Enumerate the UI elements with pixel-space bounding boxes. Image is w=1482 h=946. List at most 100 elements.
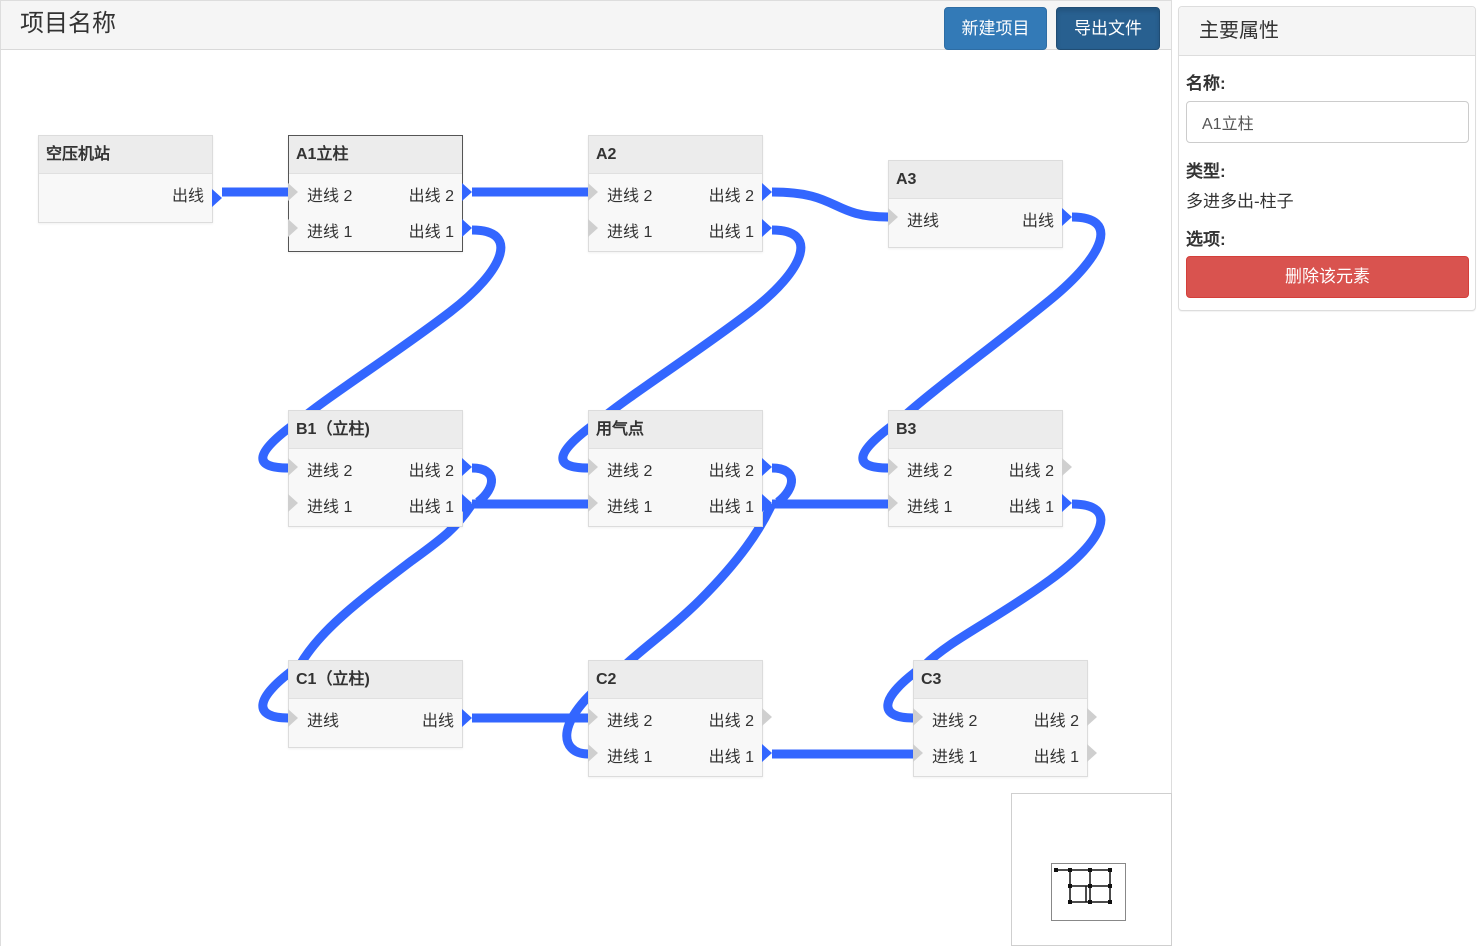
out-port-icon[interactable] [462, 494, 472, 512]
in-port-icon[interactable] [913, 708, 923, 726]
out-port-icon[interactable] [1087, 708, 1097, 726]
type-label: 类型: [1186, 162, 1226, 181]
in-port-icon[interactable] [588, 494, 598, 512]
in-port-icon[interactable] [888, 458, 898, 476]
out-port-label: 出线 1 [1008, 499, 1054, 516]
in-port-icon[interactable] [888, 494, 898, 512]
options-label: 选项: [1186, 230, 1226, 249]
in-port-label: 进线 2 [307, 463, 353, 480]
out-port-label: 出线 2 [1033, 713, 1079, 730]
out-port-icon[interactable] [762, 458, 772, 476]
node-a2[interactable]: A2 进线 2 出线 2 进线 1 出线 1 [588, 135, 772, 252]
in-port-icon[interactable] [288, 183, 298, 201]
in-port-label: 进线 1 [607, 499, 653, 516]
in-port-icon[interactable] [913, 744, 923, 762]
node-compressor-station[interactable]: 空压机站 出线 [38, 135, 222, 223]
node-a3[interactable]: A3 进线 出线 [888, 160, 1072, 248]
node-a1[interactable]: A1立柱 进线 2 出线 2 进线 1 出线 1 [288, 135, 472, 252]
node-title: A2 [589, 136, 762, 174]
in-port-label: 进线 2 [607, 188, 653, 205]
out-port-icon[interactable] [1087, 744, 1097, 762]
out-port-icon[interactable] [762, 494, 772, 512]
node-b1[interactable]: B1（立柱) 进线 2 出线 2 进线 1 出线 1 [288, 410, 472, 527]
export-file-button[interactable]: 导出文件 [1056, 7, 1160, 50]
in-port-label: 进线 1 [307, 224, 353, 241]
out-port-icon[interactable] [1062, 494, 1072, 512]
in-port-label: 进线 1 [607, 224, 653, 241]
new-project-button[interactable]: 新建项目 [944, 7, 1047, 50]
out-port-label: 出线 [1021, 213, 1054, 230]
port-row: 进线 1 出线 1 [288, 215, 472, 251]
port-row: 进线 出线 [888, 199, 1072, 247]
in-port-icon[interactable] [288, 458, 298, 476]
out-port-icon[interactable] [762, 708, 772, 726]
out-port-label: 出线 1 [1033, 749, 1079, 766]
panel-heading: 主要属性 [1179, 7, 1475, 56]
minimap-viewport[interactable] [1051, 863, 1126, 921]
in-port-icon[interactable] [588, 183, 598, 201]
in-port-icon[interactable] [588, 458, 598, 476]
node-c1[interactable]: C1（立柱) 进线 出线 [288, 660, 472, 748]
out-port-label: 出线 1 [708, 224, 754, 241]
out-port-icon[interactable] [462, 709, 472, 727]
port-row: 进线 2 出线 2 [588, 454, 772, 490]
in-port-label: 进线 2 [932, 713, 978, 730]
in-port-icon[interactable] [288, 219, 298, 237]
out-port-icon[interactable] [462, 183, 472, 201]
in-port-label: 进线 [907, 213, 940, 230]
out-port-icon[interactable] [462, 219, 472, 237]
in-port-icon[interactable] [588, 708, 598, 726]
node-title: A1立柱 [289, 136, 462, 174]
in-port-label: 进线 1 [907, 499, 953, 516]
port-row: 进线 2 出线 2 [888, 454, 1072, 490]
in-port-label: 进线 1 [607, 749, 653, 766]
in-port-icon[interactable] [888, 208, 898, 226]
out-port-label: 出线 2 [708, 713, 754, 730]
in-port-icon[interactable] [588, 744, 598, 762]
out-port-icon[interactable] [762, 183, 772, 201]
out-port-icon[interactable] [462, 458, 472, 476]
node-gas-point[interactable]: 用气点 进线 2 出线 2 进线 1 出线 1 [588, 410, 772, 527]
in-port-label: 进线 2 [607, 713, 653, 730]
out-port-icon[interactable] [762, 744, 772, 762]
port-row: 进线 1 出线 1 [588, 215, 772, 251]
port-row: 进线 1 出线 1 [913, 740, 1097, 776]
in-port-label: 进线 2 [607, 463, 653, 480]
node-title: C2 [589, 661, 762, 699]
in-port-icon[interactable] [288, 709, 298, 727]
out-port-icon[interactable] [762, 219, 772, 237]
out-port-label: 出线 2 [408, 463, 454, 480]
in-port-icon[interactable] [588, 219, 598, 237]
node-c2[interactable]: C2 进线 2 出线 2 进线 1 出线 1 [588, 660, 772, 777]
in-port-label: 进线 1 [307, 499, 353, 516]
in-port-label: 进线 [307, 713, 340, 730]
node-title: B1（立柱) [289, 411, 462, 449]
out-port-icon[interactable] [1062, 458, 1072, 476]
port-row: 进线 2 出线 2 [588, 179, 772, 215]
node-c3[interactable]: C3 进线 2 出线 2 进线 1 出线 1 [913, 660, 1097, 777]
port-row: 出线 [39, 174, 222, 222]
port-row: 进线 1 出线 1 [288, 490, 472, 526]
delete-element-button[interactable]: 删除该元素 [1186, 256, 1469, 298]
out-port-label: 出线 1 [708, 749, 754, 766]
minimap-diagram-icon [1054, 868, 1112, 904]
top-toolbar: 项目名称 新建项目 导出文件 [0, 0, 1172, 50]
out-port-label: 出线 2 [708, 188, 754, 205]
out-port-label: 出线 1 [408, 224, 454, 241]
node-title: B3 [889, 411, 1062, 449]
node-b3[interactable]: B3 进线 2 出线 2 进线 1 出线 1 [888, 410, 1072, 527]
port-row: 进线 2 出线 2 [288, 454, 472, 490]
out-port-icon[interactable] [1062, 208, 1072, 226]
port-row: 进线 1 出线 1 [588, 490, 772, 526]
out-port-label: 出线 2 [1008, 463, 1054, 480]
type-value: 多进多出-柱子 [1186, 192, 1294, 211]
properties-panel: 主要属性 名称: 类型: 多进多出-柱子 选项: 删除该元素 [1178, 6, 1476, 311]
overview-minimap[interactable] [1011, 793, 1172, 946]
port-row: 进线 2 出线 2 [588, 704, 772, 740]
port-row: 进线 1 出线 1 [888, 490, 1072, 526]
name-input[interactable] [1186, 101, 1469, 143]
out-port-icon[interactable] [212, 189, 222, 207]
in-port-label: 进线 2 [907, 463, 953, 480]
out-port-label: 出线 1 [408, 499, 454, 516]
in-port-icon[interactable] [288, 494, 298, 512]
